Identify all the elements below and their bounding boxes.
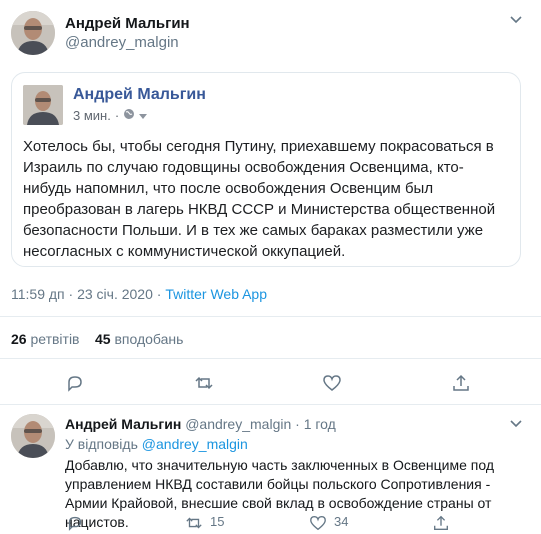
reply-icon[interactable] [64,372,86,394]
embedded-post-time: 3 мин. [73,108,111,123]
chevron-down-icon[interactable] [509,418,523,432]
tweet-meta: 11:59 дп · 23 січ. 2020 · Twitter Web Ap… [11,286,267,302]
author-name[interactable]: Андрей Мальгин [65,15,190,32]
tweet-timestamp[interactable]: 11:59 дп · 23 січ. 2020 [11,286,153,302]
reply-to-label: У відповідь [65,436,138,452]
reply-to-line: У відповідь @andrey_malgin [65,436,248,452]
share-icon[interactable] [450,372,472,394]
retweet-icon[interactable] [183,512,205,534]
chevron-down-icon [139,108,148,123]
retweet-icon[interactable] [193,372,215,394]
reply-author-handle[interactable]: @andrey_malgin [185,416,291,432]
reply-icon[interactable] [64,512,86,534]
retweets-stat[interactable]: 26 ретвітів [11,331,80,347]
author-handle[interactable]: @andrey_malgin [65,34,179,51]
retweets-label: ретвітів [30,331,80,347]
divider [0,358,541,359]
heart-icon[interactable] [307,512,329,534]
divider [0,404,541,405]
chevron-down-icon[interactable] [509,14,523,28]
retweets-count: 26 [11,331,27,347]
embedded-author-name: Андрей Мальгин [73,86,206,103]
reply-to-handle[interactable]: @andrey_malgin [142,436,248,452]
author-avatar[interactable] [11,11,55,55]
reply-author-avatar[interactable] [11,414,55,458]
heart-icon[interactable] [321,372,343,394]
divider [0,316,541,317]
embedded-post-meta: 3 мин. · [73,108,148,123]
dot-separator: · [114,108,120,123]
embedded-post-text: Хотелось бы, чтобы сегодня Путину, приех… [23,138,496,260]
tweet-source[interactable]: Twitter Web App [165,286,267,302]
likes-stat[interactable]: 45 вподобань [95,331,183,347]
meta-separator: · [152,286,166,302]
likes-label: вподобань [114,331,184,347]
reply-text: Добавлю, что значительную часть заключен… [65,457,495,530]
globe-icon [123,108,135,123]
embedded-author-avatar [23,85,63,125]
reply-time[interactable]: · 1 год [295,416,336,432]
share-icon[interactable] [430,512,452,534]
likes-count: 45 [95,331,111,347]
reply-header: Андрей Мальгин @andrey_malgin · 1 год [65,416,336,432]
reply-author-name[interactable]: Андрей Мальгин [65,416,181,432]
